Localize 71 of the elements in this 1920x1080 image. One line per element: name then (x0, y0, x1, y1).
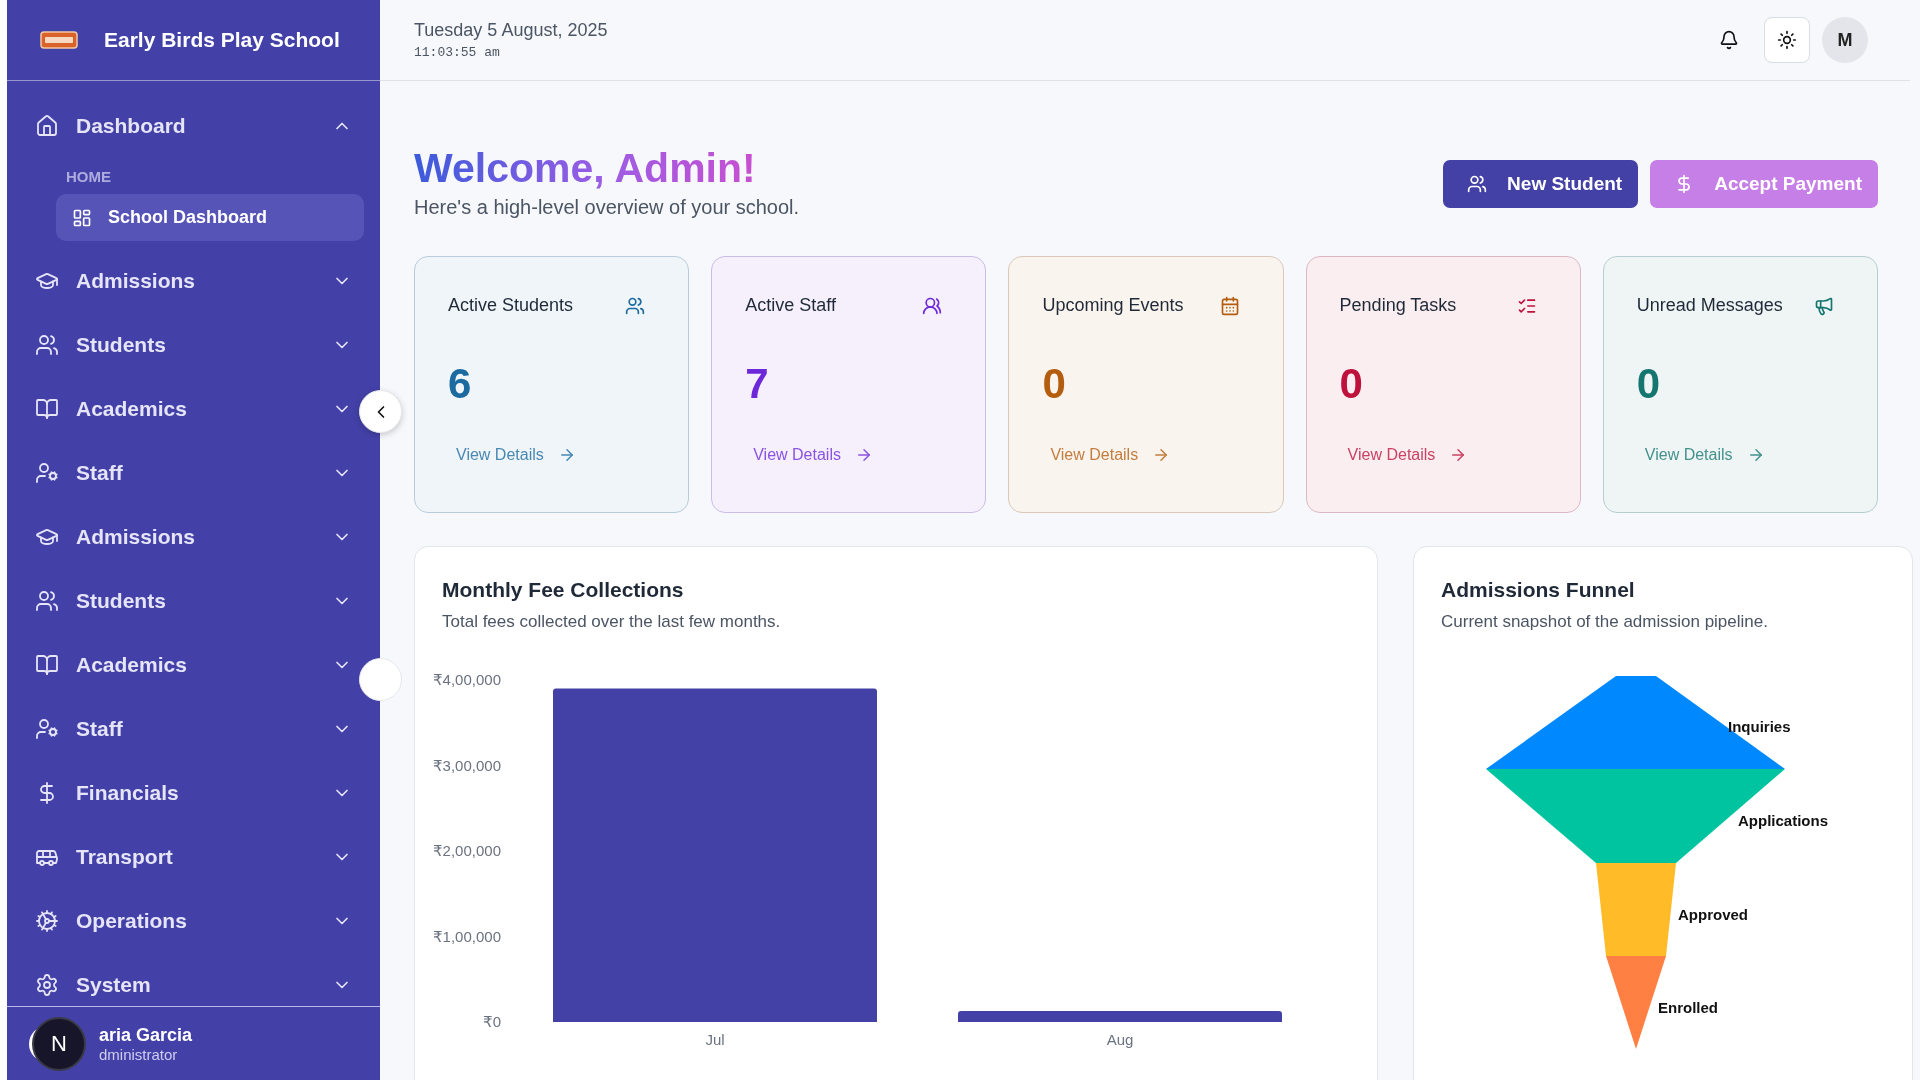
view-details-link[interactable]: View Details (1347, 446, 1468, 464)
stat-icon (625, 295, 646, 316)
nav-item[interactable]: Financials (7, 761, 358, 825)
nav-section-label: HOME (65, 166, 112, 187)
users-icon (1467, 174, 1488, 194)
chart-title: Monthly Fee Collections (442, 577, 685, 603)
stat-title: Pending Tasks (1339, 295, 1457, 316)
nav-icon (35, 653, 59, 677)
nav-icon (35, 973, 59, 997)
view-details-link[interactable]: View Details (753, 446, 873, 464)
current-date: Tuesday 5 August, 2025 (414, 20, 608, 41)
nav-item[interactable]: Academics (7, 377, 358, 441)
nav-icon (35, 717, 59, 741)
axis-tick-label: ₹0 (483, 1013, 501, 1030)
nav-icon (35, 461, 59, 485)
stat-icon (1219, 295, 1240, 316)
axis-tick-label: ₹4,00,000 (433, 671, 501, 688)
stat-title: Unread Messages (1636, 295, 1783, 316)
nav-item[interactable]: Dashboard (7, 94, 358, 158)
category-label: Aug (1106, 1031, 1134, 1048)
nav-icon (35, 333, 59, 357)
funnel-label: Inquiries (1728, 718, 1791, 735)
chart-subtitle: Current snapshot of the admission pipeline. (1441, 611, 1769, 633)
nav-item[interactable]: System (7, 953, 358, 1006)
stat-title: Upcoming Events (1042, 295, 1184, 316)
axis-tick-label: ₹1,00,000 (433, 927, 501, 945)
stat-value: 0 (1339, 360, 1364, 408)
funnel-label: Applications (1738, 812, 1828, 829)
stat-icon (922, 295, 943, 316)
dashboard-icon (72, 207, 92, 228)
nav-icon (35, 589, 59, 613)
funnel-label: Enrolled (1658, 999, 1718, 1016)
nav-item[interactable]: Staff (7, 441, 358, 505)
view-details-link[interactable]: View Details (456, 446, 576, 464)
axis-tick-label: ₹3,00,000 (433, 756, 501, 774)
stat-title: Active Students (448, 295, 574, 316)
nav-item[interactable]: Operations (7, 889, 358, 953)
nav-item[interactable]: Admissions (7, 505, 358, 569)
view-details-link[interactable]: View Details (1644, 446, 1765, 464)
current-time: 11:03:55 am (414, 45, 501, 60)
nav-icon (35, 909, 59, 933)
action-button[interactable]: New Student (1443, 160, 1639, 208)
stat-value: 0 (1636, 360, 1662, 408)
sun-icon (1777, 30, 1797, 50)
welcome-subtitle: Here's a high-level overview of your school. (414, 196, 800, 219)
chart-subtitle: Total fees collected over the last few months. (442, 611, 782, 633)
stat-icon (1814, 295, 1834, 316)
nav-subitem[interactable]: School Dashboard (56, 194, 364, 241)
axis-tick-label: ₹2,00,000 (433, 842, 501, 859)
category-label: Jul (705, 1031, 725, 1048)
logo-icon (40, 31, 78, 49)
nav-item[interactable]: Students (7, 569, 358, 633)
nav-item[interactable]: Academics (7, 633, 358, 697)
funnel-label: Approved (1678, 906, 1748, 923)
nav-item[interactable]: Staff (7, 697, 358, 761)
chart-title: Admissions Funnel (1441, 577, 1636, 603)
user-role: dministrator (99, 1045, 179, 1063)
nav-icon (35, 114, 59, 138)
nav-icon (35, 397, 59, 421)
stat-value: 6 (448, 360, 473, 408)
stat-title: Active Staff (745, 295, 836, 316)
nav-item[interactable]: Students (7, 313, 358, 377)
brand-name: Early Birds Play School (104, 28, 340, 52)
stat-value: 7 (745, 360, 770, 408)
bell-icon (1719, 30, 1739, 50)
user-name: aria Garcia (99, 1024, 193, 1046)
theme-toggle-button[interactable] (1764, 17, 1810, 63)
nav-item[interactable]: Transport (7, 825, 358, 889)
nav-item[interactable]: Admissions (7, 249, 358, 313)
user-avatar-button[interactable]: M (1822, 17, 1868, 63)
stat-value: 0 (1042, 360, 1067, 408)
